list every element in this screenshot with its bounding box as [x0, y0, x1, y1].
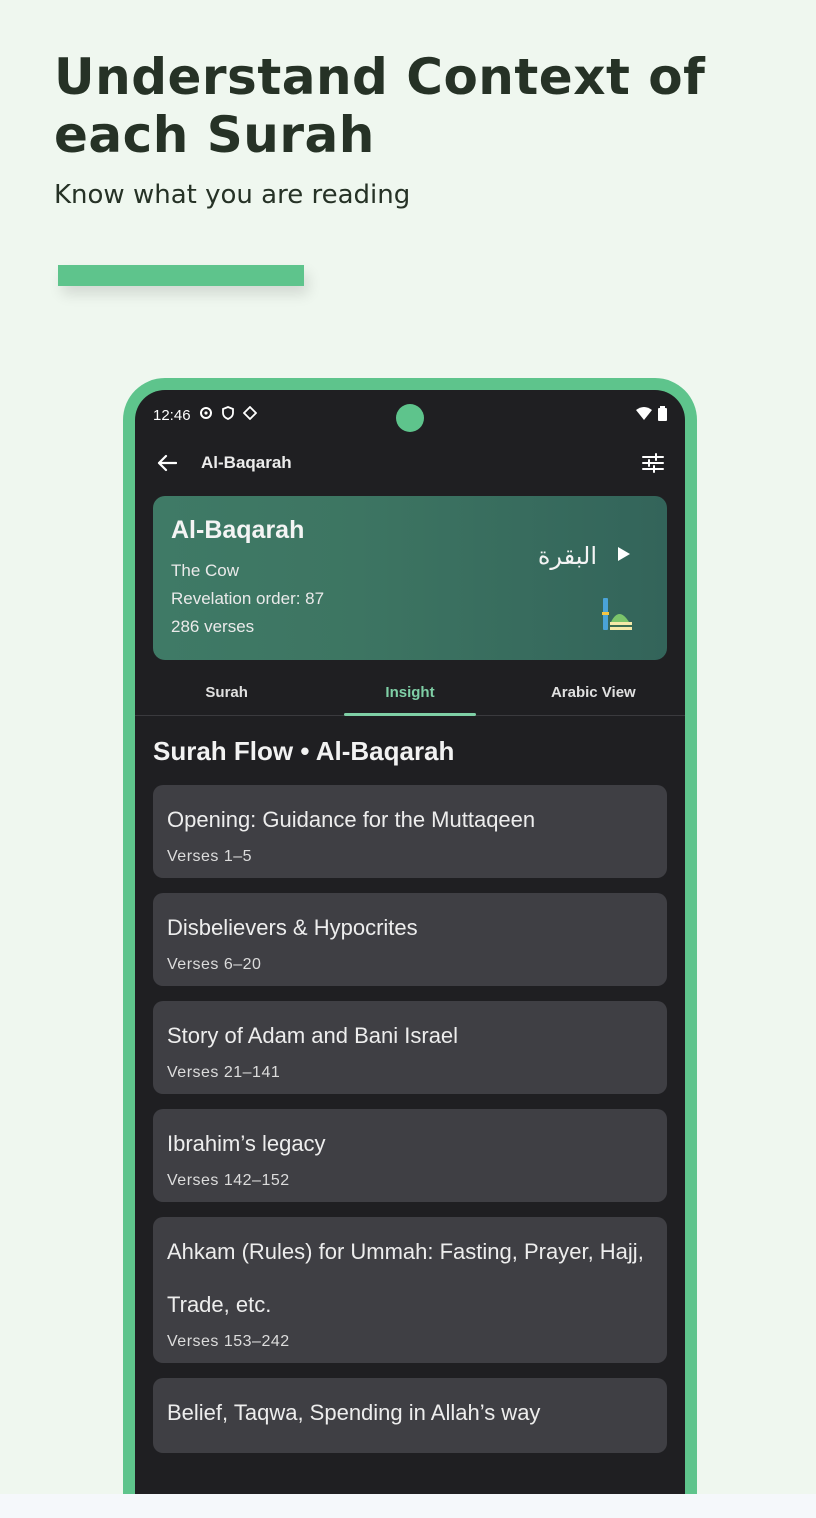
surah-header-card: Al-Baqarah The Cow Revelation order: 87 … [153, 496, 667, 660]
madina-mosque-icon [599, 596, 633, 637]
list-item-title: Opening: Guidance for the Muttaqeen [167, 807, 536, 832]
tab-surah[interactable]: Surah [135, 670, 318, 715]
list-item-verses: Verses 21–141 [167, 1064, 281, 1081]
list-item[interactable]: Disbelievers & Hypocrites Verses 6–20 [153, 893, 667, 986]
settings-status-icon [199, 406, 213, 424]
shield-status-icon [221, 406, 235, 424]
play-icon[interactable] [617, 546, 631, 567]
status-time: 12:46 [153, 406, 191, 424]
promo-headline: Understand Context of each Surah [54, 48, 706, 164]
phone-frame: 12:46 Al-Baqarah Al-Baqarah The Cow Reve… [123, 378, 697, 1508]
surah-name: Al-Baqarah [171, 516, 305, 544]
list-item-title: Story of Adam and Bani Israel [167, 1023, 459, 1048]
wifi-icon [636, 406, 652, 424]
list-item-verses: Verses 153–242 [167, 1333, 290, 1350]
list-item-title: Ahkam (Rules) for Ummah: Fasting, Prayer… [167, 1239, 644, 1317]
tab-arabic-view[interactable]: Arabic View [502, 670, 685, 715]
phone-screen: 12:46 Al-Baqarah Al-Baqarah The Cow Reve… [135, 390, 685, 1508]
battery-icon [658, 405, 667, 425]
camera-cutout [396, 404, 424, 432]
list-item[interactable]: Ibrahim’s legacy Verses 142–152 [153, 1109, 667, 1202]
bottom-strip [0, 1494, 816, 1518]
list-item[interactable]: Story of Adam and Bani Israel Verses 21–… [153, 1001, 667, 1094]
revelation-order: Revelation order: 87 [171, 589, 325, 608]
accent-bar [58, 265, 304, 286]
tab-insight[interactable]: Insight [318, 670, 501, 716]
section-title: Surah Flow • Al-Baqarah [153, 736, 455, 766]
surah-flow-list: Opening: Guidance for the Muttaqeen Vers… [153, 785, 667, 1468]
list-item-verses: Verses 1–5 [167, 848, 253, 865]
app-bar-title: Al-Baqarah [201, 453, 292, 472]
list-item[interactable]: Opening: Guidance for the Muttaqeen Vers… [153, 785, 667, 878]
list-item[interactable]: Ahkam (Rules) for Ummah: Fasting, Prayer… [153, 1217, 667, 1363]
list-item-title: Disbelievers & Hypocrites [167, 915, 418, 940]
list-item-title: Belief, Taqwa, Spending in Allah’s way [167, 1400, 541, 1425]
app-bar: Al-Baqarah [135, 438, 685, 488]
list-item-title: Ibrahim’s legacy [167, 1131, 326, 1156]
list-item-verses: Verses 6–20 [167, 956, 262, 973]
verse-count: 286 verses [171, 617, 255, 636]
tune-icon[interactable] [639, 449, 667, 477]
promo-subline: Know what you are reading [54, 180, 411, 210]
arrow-left-icon[interactable] [153, 449, 181, 477]
list-item[interactable]: Belief, Taqwa, Spending in Allah’s way [153, 1378, 667, 1453]
content-tabs: Surah Insight Arabic View [135, 670, 685, 716]
list-item-verses: Verses 142–152 [167, 1172, 290, 1189]
nav-status-icon [242, 405, 257, 424]
arabic-name: البقرة [537, 542, 597, 570]
